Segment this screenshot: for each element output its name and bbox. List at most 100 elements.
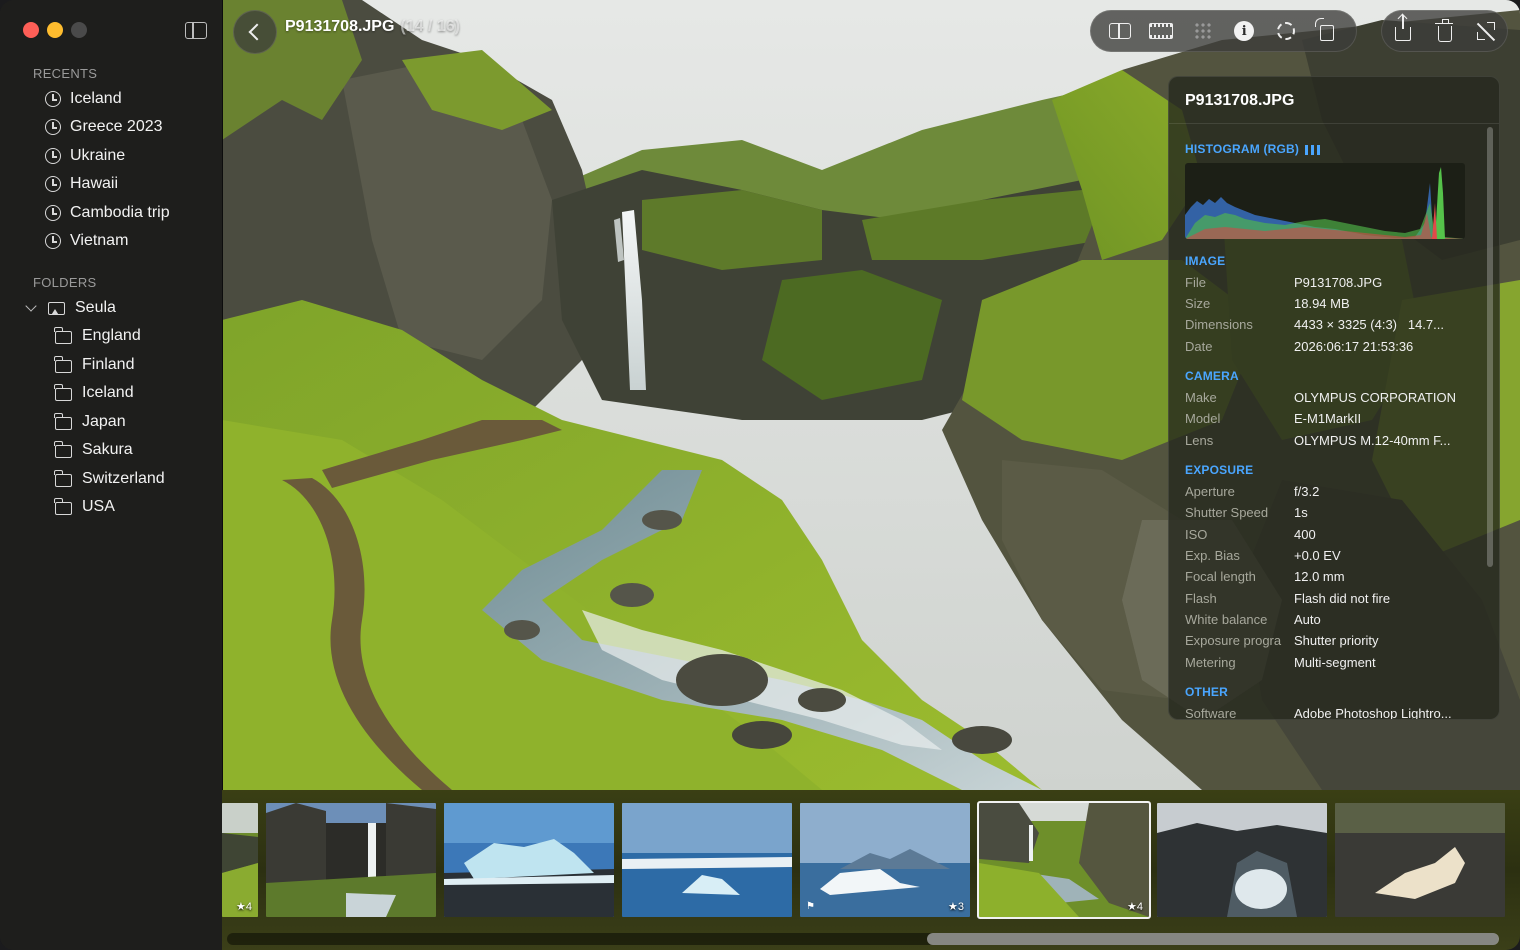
info-key: Flash bbox=[1185, 591, 1217, 606]
thumbnail-selected[interactable]: ★4 bbox=[977, 801, 1151, 919]
folder-label: Sakura bbox=[82, 441, 133, 458]
camera-section-title: CAMERA bbox=[1185, 369, 1239, 383]
folder-icon bbox=[54, 497, 72, 515]
rating-badge: ★3 bbox=[948, 901, 964, 913]
recent-item-cambodia[interactable]: Cambodia trip bbox=[45, 201, 170, 225]
rgb-histogram bbox=[1185, 163, 1465, 239]
view-toolbar: i bbox=[1090, 10, 1357, 52]
folder-label: Iceland bbox=[82, 384, 134, 401]
info-filename: P9131708.JPG bbox=[1185, 92, 1295, 109]
clock-icon bbox=[45, 205, 61, 221]
folder-label: USA bbox=[82, 498, 115, 515]
adjust-button[interactable] bbox=[1265, 10, 1307, 52]
divider bbox=[1169, 123, 1499, 124]
folder-item-england[interactable]: England bbox=[54, 324, 141, 348]
folder-item-japan[interactable]: Japan bbox=[54, 410, 126, 434]
grid-view-icon bbox=[1193, 22, 1212, 40]
fullscreen-icon bbox=[1477, 22, 1496, 40]
thumbnail[interactable] bbox=[1335, 803, 1505, 917]
info-key: Dimensions bbox=[1185, 317, 1253, 332]
info-value: +0.0 EV bbox=[1294, 548, 1341, 563]
app-window: RECENTS Iceland Greece 2023 Ukraine Hawa… bbox=[0, 0, 1520, 950]
folder-icon bbox=[54, 469, 72, 487]
recent-item-hawaii[interactable]: Hawaii bbox=[45, 172, 118, 196]
split-view-button[interactable] bbox=[1099, 10, 1141, 52]
thumbnail[interactable] bbox=[444, 803, 614, 917]
filmstrip-scroll-thumb[interactable] bbox=[927, 933, 1499, 945]
split-view-icon bbox=[1108, 23, 1131, 39]
photo-counter: (14 / 16) bbox=[400, 18, 461, 35]
info-value: OLYMPUS M.12-40mm F... bbox=[1294, 433, 1451, 448]
info-key: Shutter Speed bbox=[1185, 505, 1269, 520]
back-button[interactable] bbox=[233, 10, 277, 54]
info-button[interactable]: i bbox=[1224, 10, 1266, 52]
sidebar-toggle-icon[interactable] bbox=[185, 22, 207, 39]
rotate-button[interactable] bbox=[1307, 10, 1349, 52]
exposure-section-title: EXPOSURE bbox=[1185, 463, 1254, 477]
thumbnail[interactable]: ★4 bbox=[222, 803, 258, 917]
info-key: Date bbox=[1185, 339, 1213, 354]
info-key: Aperture bbox=[1185, 484, 1235, 499]
fullscreen-button[interactable] bbox=[1465, 10, 1507, 52]
info-key: ISO bbox=[1185, 527, 1208, 542]
folder-item-sakura[interactable]: Sakura bbox=[54, 438, 133, 462]
info-key: File bbox=[1185, 275, 1206, 290]
info-value: 18.94 MB bbox=[1294, 296, 1350, 311]
info-value: Flash did not fire bbox=[1294, 591, 1391, 606]
other-section-title: OTHER bbox=[1185, 685, 1228, 699]
info-icon: i bbox=[1234, 21, 1255, 41]
filmstrip-scrollbar[interactable] bbox=[227, 933, 1499, 945]
info-key: Make bbox=[1185, 390, 1217, 405]
recent-item-label: Vietnam bbox=[70, 232, 129, 249]
flag-icon: ⚑ bbox=[806, 901, 815, 912]
chevron-down-icon[interactable] bbox=[25, 299, 37, 312]
minimize-window-button[interactable] bbox=[47, 22, 63, 38]
share-icon bbox=[1394, 15, 1411, 41]
thumbnail[interactable]: ⚑ ★3 bbox=[800, 803, 970, 917]
folder-item-iceland[interactable]: Iceland bbox=[54, 381, 134, 405]
info-value: 12.0 mm bbox=[1294, 569, 1345, 584]
histogram-mode-icon[interactable] bbox=[1305, 144, 1321, 155]
folder-item-finland[interactable]: Finland bbox=[54, 353, 134, 377]
trash-icon bbox=[1434, 18, 1453, 42]
photo-filename: P9131708.JPG bbox=[285, 18, 395, 35]
photo-library-icon bbox=[48, 301, 65, 315]
info-key: Lens bbox=[1185, 433, 1214, 448]
info-value: P9131708.JPG bbox=[1294, 275, 1383, 290]
folder-root-seula[interactable]: Seula bbox=[25, 296, 116, 320]
info-value: 4433 × 3325 (4:3) 14.7... bbox=[1294, 317, 1444, 332]
recent-item-ukraine[interactable]: Ukraine bbox=[45, 144, 125, 168]
window-title: P9131708.JPG (14 / 16) bbox=[285, 18, 460, 36]
recent-item-label: Iceland bbox=[70, 90, 122, 107]
folder-icon bbox=[54, 326, 72, 344]
recent-item-greece[interactable]: Greece 2023 bbox=[45, 115, 163, 139]
recent-item-iceland[interactable]: Iceland bbox=[45, 87, 122, 111]
adjust-icon bbox=[1276, 22, 1295, 40]
clock-icon bbox=[45, 176, 61, 192]
close-window-button[interactable] bbox=[23, 22, 39, 38]
folder-label: Japan bbox=[82, 413, 126, 430]
info-key: Exp. Bias bbox=[1185, 548, 1240, 563]
thumbnail[interactable] bbox=[1157, 803, 1327, 917]
thumbnail[interactable] bbox=[622, 803, 792, 917]
folder-item-usa[interactable]: USA bbox=[54, 495, 115, 519]
folder-item-switzerland[interactable]: Switzerland bbox=[54, 467, 165, 491]
trash-button[interactable] bbox=[1424, 10, 1466, 52]
info-scrollbar[interactable] bbox=[1487, 127, 1493, 567]
info-value: 1s bbox=[1294, 505, 1308, 520]
grid-view-button[interactable] bbox=[1182, 10, 1224, 52]
filmstrip-view-button[interactable] bbox=[1141, 10, 1183, 52]
zoom-window-button[interactable] bbox=[71, 22, 87, 38]
info-key: White balance bbox=[1185, 612, 1268, 627]
info-value: Multi-segment bbox=[1294, 655, 1376, 670]
info-value: Adobe Photoshop Lightro... bbox=[1294, 706, 1452, 720]
info-key: Exposure progra bbox=[1185, 633, 1282, 648]
recent-item-vietnam[interactable]: Vietnam bbox=[45, 229, 128, 253]
folder-label: Seula bbox=[75, 299, 116, 316]
info-key: Model bbox=[1185, 411, 1221, 426]
folder-icon bbox=[54, 440, 72, 458]
thumbnail[interactable] bbox=[266, 803, 436, 917]
recent-item-label: Hawaii bbox=[70, 175, 119, 192]
folder-label: Switzerland bbox=[82, 470, 165, 487]
share-button[interactable] bbox=[1382, 10, 1424, 52]
